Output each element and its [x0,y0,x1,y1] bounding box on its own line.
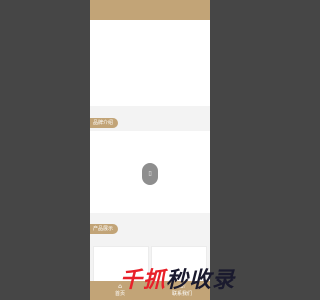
brand-intro-card: ▯ [90,131,210,213]
mobile-page: 品牌介绍 ▯ 产品展示 ⌂ 首页 ☏ 联系我们 [90,0,210,300]
video-play-button[interactable]: ▯ [142,163,158,185]
products-section-title: 产品展示 [90,224,118,234]
top-header-bar [90,0,210,20]
brand-section-title: 品牌介绍 [90,118,118,128]
play-icon: ▯ [148,170,152,177]
hero-banner[interactable] [90,20,210,106]
watermark-part2: 秒收录 [166,268,236,293]
watermark-logo: 千抓秒收录 [120,262,235,294]
watermark-part1: 千抓 [120,268,167,293]
